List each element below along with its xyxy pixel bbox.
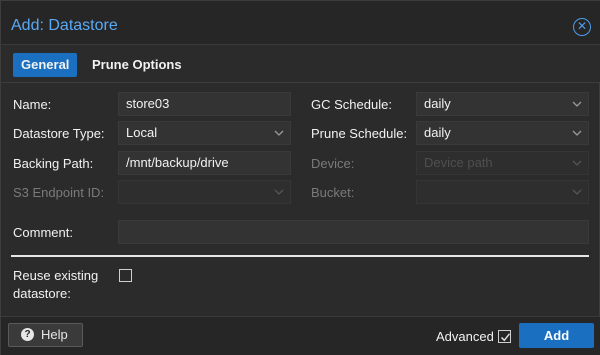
chevron-down-icon: [572, 187, 582, 197]
datastore-type-value: Local: [126, 125, 158, 140]
bucket-select: [416, 180, 589, 204]
close-icon[interactable]: ✕: [573, 18, 591, 36]
device-select: Device path: [416, 151, 589, 175]
gc-schedule-select[interactable]: daily: [416, 92, 589, 116]
reuse-existing-checkbox[interactable]: [119, 269, 132, 282]
help-button[interactable]: ? Help: [8, 323, 83, 347]
comment-input[interactable]: [118, 220, 589, 244]
backing-path-input[interactable]: /mnt/backup/drive: [118, 151, 291, 175]
device-placeholder: Device path: [424, 155, 493, 170]
chevron-down-icon: [274, 128, 284, 138]
chevron-down-icon: [572, 128, 582, 138]
tab-general[interactable]: General: [13, 53, 78, 77]
s3-endpoint-label: S3 Endpoint ID:: [13, 185, 105, 200]
chevron-down-icon: [572, 158, 582, 168]
tab-bar: General Prune Options: [1, 45, 600, 83]
advanced-label: Advanced: [436, 329, 494, 344]
prune-schedule-label: Prune Schedule:: [311, 126, 408, 141]
gc-schedule-label: GC Schedule:: [311, 97, 392, 112]
datastore-type-label: Datastore Type:: [13, 126, 105, 141]
reuse-label-line1: Reuse existing: [13, 268, 99, 283]
prune-schedule-select[interactable]: daily: [416, 121, 589, 145]
add-button[interactable]: Add: [519, 323, 594, 348]
datastore-type-select[interactable]: Local: [118, 121, 291, 145]
chevron-down-icon: [572, 99, 582, 109]
checkmark-icon: [501, 333, 511, 342]
dialog-title: Add: Datastore: [11, 17, 118, 34]
prune-schedule-value: daily: [424, 125, 451, 140]
name-label: Name:: [13, 97, 52, 112]
advanced-checkbox[interactable]: [498, 330, 511, 343]
name-input[interactable]: store03: [118, 92, 291, 116]
question-icon: ?: [21, 328, 34, 341]
gc-schedule-value: daily: [424, 96, 451, 111]
dialog-titlebar[interactable]: Add: Datastore ✕: [1, 1, 600, 45]
help-label: Help: [41, 327, 68, 342]
bucket-label: Bucket:: [311, 185, 355, 200]
separator: [11, 255, 589, 257]
device-label: Device:: [311, 156, 355, 171]
backing-path-label: Backing Path:: [13, 156, 94, 171]
comment-label: Comment:: [13, 225, 73, 240]
reuse-label-line2: datastore:: [13, 286, 71, 301]
chevron-down-icon: [274, 187, 284, 197]
dialog-footer: ? Help Advanced Add: [1, 316, 600, 355]
tab-prune-options[interactable]: Prune Options: [84, 53, 190, 77]
s3-endpoint-select: [118, 180, 291, 204]
add-datastore-dialog: Add: Datastore ✕ General Prune Options N…: [0, 0, 600, 355]
